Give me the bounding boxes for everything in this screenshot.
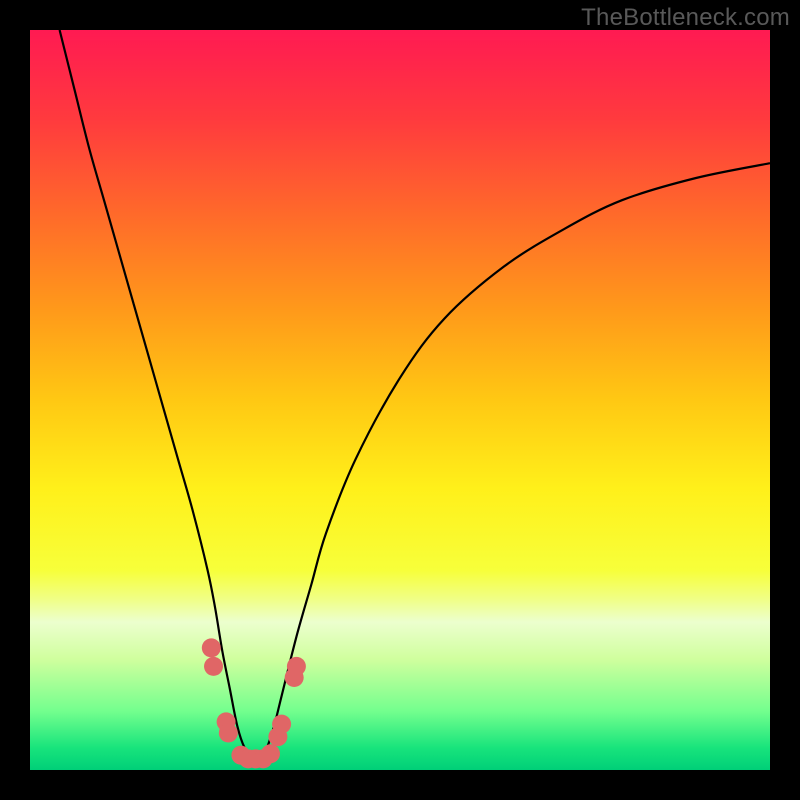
chart-frame: TheBottleneck.com [0,0,800,800]
chart-plot-area [30,30,770,770]
data-marker [219,724,238,743]
data-marker [202,638,221,657]
bottleneck-curve [60,30,770,756]
watermark-text: TheBottleneck.com [581,4,790,32]
data-marker [204,657,223,676]
chart-svg [30,30,770,770]
data-marker [272,715,291,734]
data-marker [287,657,306,676]
data-marker [261,744,280,763]
